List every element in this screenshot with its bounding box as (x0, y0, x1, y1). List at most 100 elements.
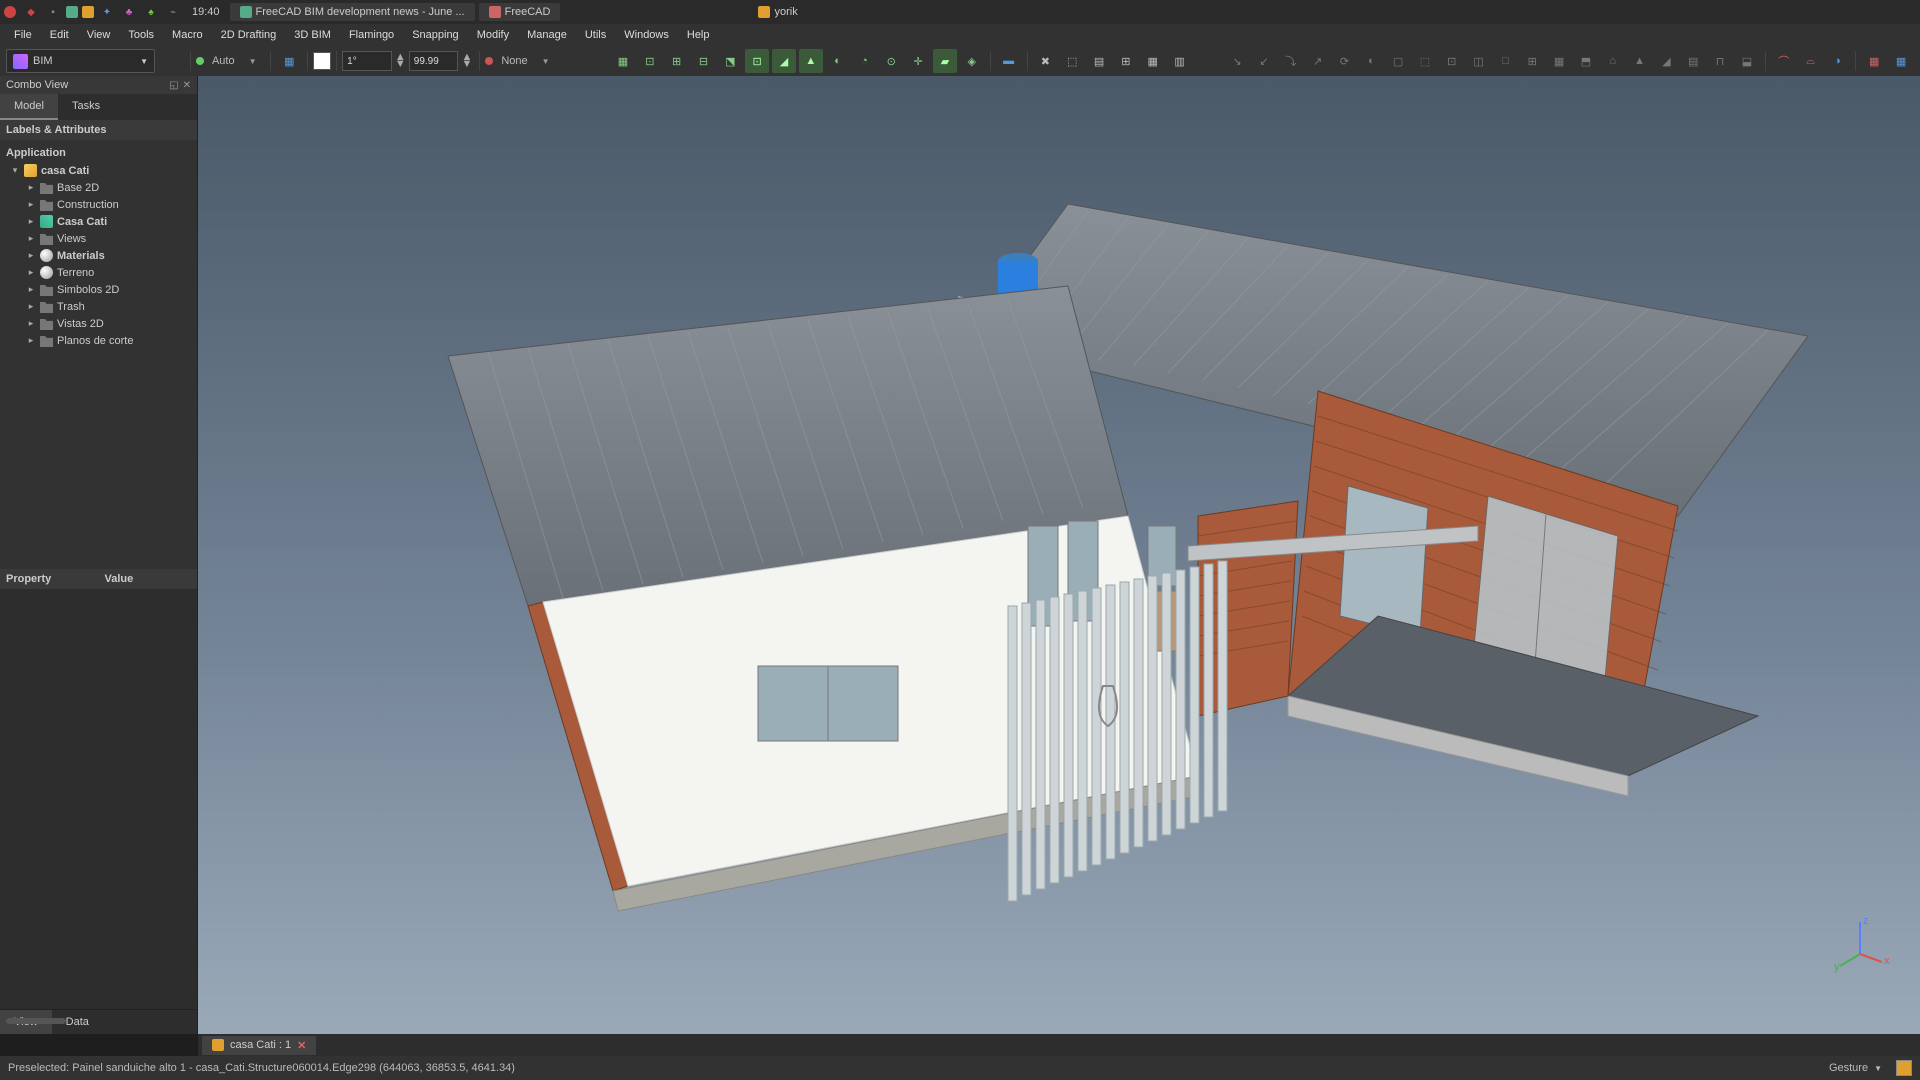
snap-button[interactable]: ◔ (853, 49, 877, 73)
tool-button[interactable]: ▦ (1889, 49, 1913, 73)
tree-item-label: Views (57, 233, 86, 245)
tree-item-label: Casa Cati (57, 216, 107, 228)
menu-tools[interactable]: Tools (120, 26, 162, 44)
tree-item[interactable]: ▸Trash (0, 298, 197, 315)
tool-button[interactable]: ↘ (1225, 49, 1249, 73)
tool-button[interactable]: ▦ (1862, 49, 1886, 73)
tool-button[interactable]: ⬚ (1060, 49, 1084, 73)
tree-item[interactable]: ▸Simbolos 2D (0, 281, 197, 298)
menu-snapping[interactable]: Snapping (404, 26, 467, 44)
auto-label[interactable]: Auto (208, 55, 239, 67)
tree-item[interactable]: ▸Terreno (0, 264, 197, 281)
menu-manage[interactable]: Manage (519, 26, 575, 44)
tool-button[interactable]: ▲ (1628, 49, 1652, 73)
axis-gizmo[interactable]: z x y (1830, 914, 1890, 974)
tree-item[interactable]: ▸Casa Cati (0, 213, 197, 230)
construction-mode-button[interactable]: ▦ (277, 49, 301, 73)
tree-item[interactable]: ▸Materials (0, 247, 197, 264)
3d-viewport[interactable]: z x y (198, 76, 1920, 1034)
tool-button[interactable]: ⊞ (1114, 49, 1138, 73)
tab-tasks[interactable]: Tasks (58, 94, 114, 120)
menu-macro[interactable]: Macro (164, 26, 211, 44)
snap-button[interactable]: ▲ (799, 49, 823, 73)
menu-help[interactable]: Help (679, 26, 718, 44)
tool-button[interactable]: ▤ (1681, 49, 1705, 73)
none-label[interactable]: None (497, 55, 531, 67)
tool-button[interactable]: ⌂ (1601, 49, 1625, 73)
line-width-field[interactable]: 1° (342, 51, 392, 71)
chevron-down-icon[interactable]: ▼ (1874, 1064, 1882, 1073)
tool-button[interactable]: ◫ (1467, 49, 1491, 73)
tool-button[interactable]: ⤵ (1279, 49, 1303, 73)
window-tab[interactable]: FreeCAD BIM development news - June ... (230, 3, 475, 21)
tree-root[interactable]: Application (0, 144, 197, 162)
snap-button[interactable]: ⊞ (665, 49, 689, 73)
tool-button[interactable]: ⬚ (1413, 49, 1437, 73)
document-tab[interactable]: casa Cati : 1 ✕ (202, 1036, 316, 1055)
tool-button[interactable]: ◑ (1825, 49, 1849, 73)
snap-button[interactable]: ⬔ (718, 49, 742, 73)
tree-item[interactable]: ▸Planos de corte (0, 332, 197, 349)
dropdown-icon[interactable]: ▼ (534, 49, 558, 73)
dropdown-icon[interactable]: ▼ (241, 49, 265, 73)
menu-2ddrafting[interactable]: 2D Drafting (213, 26, 285, 44)
snap-midpoint-button[interactable]: ◢ (772, 49, 796, 73)
tree-item[interactable]: ▸Vistas 2D (0, 315, 197, 332)
snap-button[interactable]: ⊡ (638, 49, 662, 73)
menu-view[interactable]: View (79, 26, 119, 44)
tool-button[interactable]: ↗ (1306, 49, 1330, 73)
font-size-field[interactable]: 99.99 (409, 51, 459, 71)
tree-project[interactable]: ▾ casa Cati (0, 162, 197, 179)
material-icon (40, 249, 53, 262)
window-tab[interactable]: FreeCAD (479, 3, 561, 21)
tool-button[interactable]: ⌓ (1799, 49, 1823, 73)
tool-button[interactable]: ▦ (1141, 49, 1165, 73)
tool-button[interactable]: ⬓ (1735, 49, 1759, 73)
snap-workingplane-button[interactable]: ▰ (933, 49, 957, 73)
menu-edit[interactable]: Edit (42, 26, 77, 44)
menu-3dbim[interactable]: 3D BIM (286, 26, 339, 44)
tool-button[interactable]: ◢ (1655, 49, 1679, 73)
close-icon[interactable]: ✕ (183, 80, 191, 91)
tree-item[interactable]: ▸Base 2D (0, 179, 197, 196)
menu-modify[interactable]: Modify (469, 26, 517, 44)
nav-mode-label[interactable]: Gesture (1829, 1062, 1868, 1074)
tool-button[interactable]: ✖ (1034, 49, 1058, 73)
tab-model[interactable]: Model (0, 94, 58, 120)
snap-button[interactable]: ✛ (906, 49, 930, 73)
snap-grid-button[interactable]: ▦ (611, 49, 635, 73)
tool-button[interactable]: ↙ (1252, 49, 1276, 73)
tab-label: casa Cati : 1 (230, 1039, 291, 1051)
tool-button[interactable]: ⊡ (1440, 49, 1464, 73)
tool-button[interactable]: ⌒ (1772, 49, 1796, 73)
close-icon[interactable]: ✕ (297, 1039, 306, 1052)
float-icon[interactable]: ◱ (169, 80, 178, 91)
tool-button[interactable]: ⊓ (1708, 49, 1732, 73)
snap-endpoint-button[interactable]: ⊡ (745, 49, 769, 73)
tool-button[interactable]: ◐ (1359, 49, 1383, 73)
snap-button[interactable]: ⊟ (692, 49, 716, 73)
tree-item[interactable]: ▸Construction (0, 196, 197, 213)
tool-button[interactable]: ⟳ (1333, 49, 1357, 73)
tool-button[interactable]: ▢ (1386, 49, 1410, 73)
tool-button[interactable]: □ (1494, 49, 1518, 73)
line-color-swatch[interactable] (313, 52, 331, 70)
menu-utils[interactable]: Utils (577, 26, 614, 44)
snap-button[interactable]: ◐ (826, 49, 850, 73)
snap-button[interactable]: ⊙ (879, 49, 903, 73)
nav-cube-icon[interactable] (1896, 1060, 1912, 1076)
tool-button[interactable]: ⬒ (1574, 49, 1598, 73)
snap-button[interactable]: ◈ (960, 49, 984, 73)
tool-button[interactable]: ▦ (1547, 49, 1571, 73)
menu-flamingo[interactable]: Flamingo (341, 26, 402, 44)
tree-item[interactable]: ▸Views (0, 230, 197, 247)
tool-button[interactable]: ⊞ (1520, 49, 1544, 73)
window-close-icon[interactable] (4, 6, 16, 18)
window-tab[interactable]: yorik (748, 3, 807, 21)
menu-windows[interactable]: Windows (616, 26, 677, 44)
workbench-selector[interactable]: BIM ▼ (6, 49, 155, 73)
tool-button[interactable]: ▥ (1168, 49, 1192, 73)
menu-file[interactable]: File (6, 26, 40, 44)
tool-button[interactable]: ▤ (1087, 49, 1111, 73)
snap-dimensions-button[interactable]: ▬ (997, 49, 1021, 73)
